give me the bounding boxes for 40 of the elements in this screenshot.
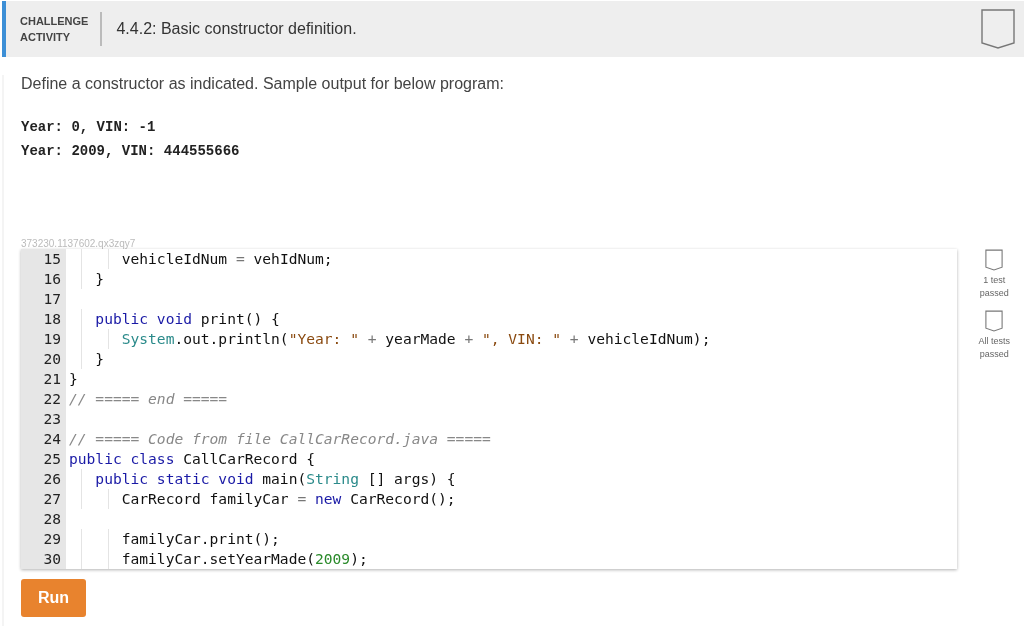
code-line: // ===== end ===== (69, 389, 228, 409)
code-line: familyCar.setYearMade(2009); (121, 549, 368, 569)
code-line: public class CallCarRecord { (69, 449, 316, 469)
line-number: 19 (42, 329, 62, 349)
line-number: 25 (42, 449, 62, 469)
line-number: 28 (42, 509, 62, 529)
line-number: 15 (42, 249, 62, 269)
activity-title: 4.4.2: Basic constructor definition. (116, 20, 358, 38)
code-line: vehicleIdNum = vehIdNum; (121, 249, 333, 269)
code-line: CarRecord familyCar = new CarRecord(); (121, 489, 456, 509)
code-line: System.out.println("Year: " + yearMade + ", VIN: " + vehicleIdNum); (121, 329, 711, 349)
line-number: 24 (42, 429, 62, 449)
code-line: public static void main(String [] args) { (95, 469, 456, 489)
instructions-text: Define a constructor as indicated. Sample output for below program: (21, 75, 505, 93)
code-line: } (95, 269, 105, 289)
code-line: public void print() { (95, 309, 280, 329)
line-number: 27 (42, 489, 62, 509)
line-number: 23 (42, 409, 62, 429)
line-number: 16 (42, 269, 62, 289)
code-line: familyCar.print(); (121, 529, 280, 549)
test-status-label: All tests passed (977, 335, 1012, 361)
line-number: 22 (42, 389, 62, 409)
code-line: // ===== Code from file CallCarRecord.java ===== (69, 429, 491, 449)
activity-type-label: CHALLENGE ACTIVITY (20, 14, 89, 45)
line-number: 29 (42, 529, 62, 549)
code-editor[interactable] (21, 249, 957, 569)
line-number: 20 (42, 349, 62, 369)
run-button[interactable]: Run (21, 579, 86, 617)
code-line: } (95, 349, 105, 369)
code-line: } (69, 369, 78, 389)
badge-icon (981, 9, 1015, 49)
line-number: 18 (42, 309, 62, 329)
line-number: 26 (42, 469, 62, 489)
line-number: 17 (42, 289, 62, 309)
activity-id: 373230.1137602.qx3zqy7 (21, 238, 137, 249)
sample-output-line: Year: 2009, VIN: 444555666 (21, 142, 241, 161)
line-number: 30 (42, 549, 62, 569)
line-number: 21 (42, 369, 62, 389)
test-status-label: 1 test passed (978, 274, 1010, 300)
sample-output-line: Year: 0, VIN: -1 (21, 118, 157, 137)
